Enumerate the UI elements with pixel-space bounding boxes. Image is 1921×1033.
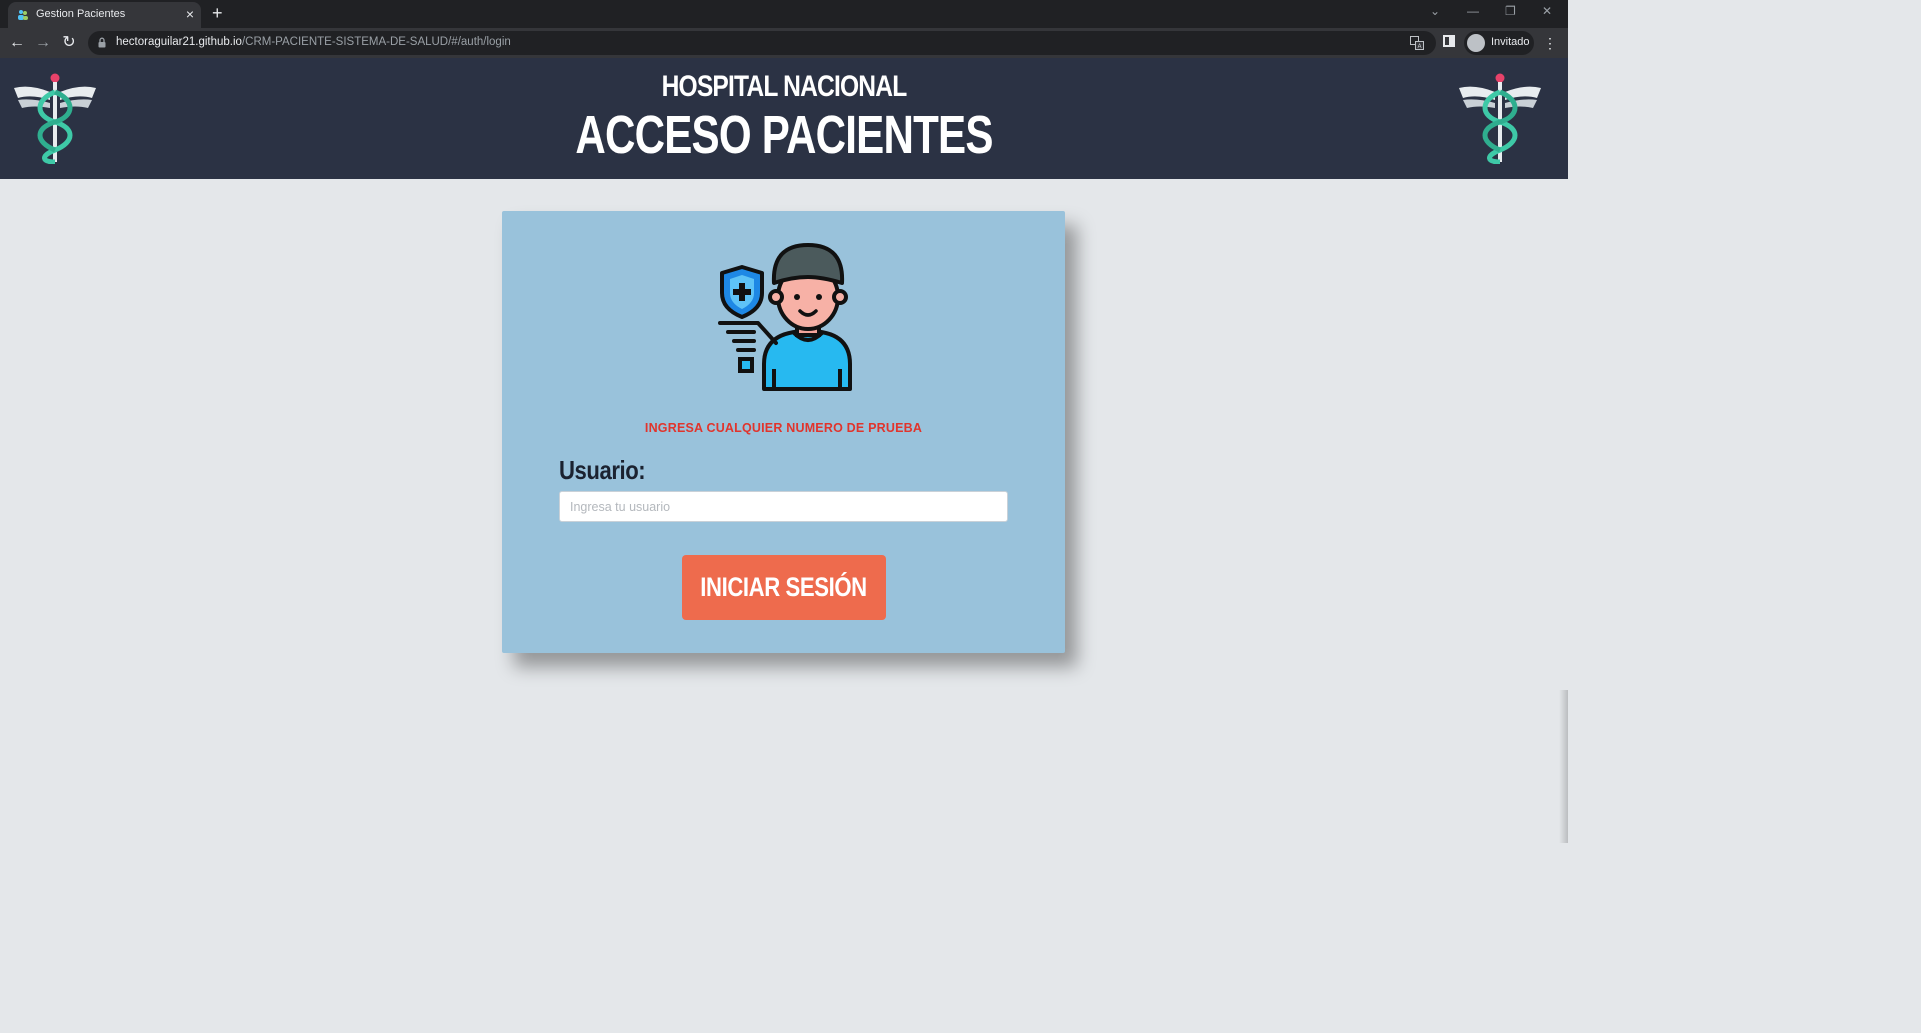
login-button[interactable]: INICIAR SESIÓN (682, 555, 886, 620)
browser-tab[interactable]: Gestion Pacientes × (8, 2, 201, 28)
site-header: HOSPITAL NACIONAL ACCESO PACIENTES (0, 58, 1568, 179)
profile-label: Invitado (1491, 36, 1530, 48)
side-panel-icon[interactable] (1443, 35, 1455, 47)
caduceus-logo-icon (14, 73, 96, 164)
page-title: ACCESO PACIENTES (575, 105, 993, 165)
new-tab-button[interactable]: + (212, 4, 223, 22)
caduceus-logo-icon (1459, 73, 1541, 164)
profile-button[interactable]: Invitado (1464, 31, 1534, 55)
browser-tabstrip: Gestion Pacientes × + ⌄ — ❐ ✕ (0, 0, 1568, 28)
url-text: hectoraguilar21.github.io/CRM-PACIENTE-S… (116, 36, 511, 48)
tab-close-icon[interactable]: × (186, 6, 194, 22)
url-path: /CRM-PACIENTE-SISTEMA-DE-SALUD/#/auth/lo… (241, 36, 511, 48)
tab-title: Gestion Pacientes (36, 8, 126, 20)
translate-icon[interactable]: A (1410, 36, 1424, 50)
back-button[interactable]: ← (7, 33, 27, 53)
profile-avatar-icon (1467, 34, 1485, 52)
tab-search-icon[interactable]: ⌄ (1430, 4, 1440, 18)
url-host: hectoraguilar21.github.io (116, 36, 242, 48)
reload-button[interactable]: ↻ (59, 33, 79, 53)
close-window-button[interactable]: ✕ (1542, 4, 1552, 18)
login-card: INGRESA CUALQUIER NUMERO DE PRUEBA Usuar… (502, 211, 1065, 653)
patients-favicon-icon (18, 10, 28, 20)
browser-toolbar: ← → ↻ hectoraguilar21.github.io/CRM-PACI… (0, 28, 1568, 58)
username-input[interactable] (559, 491, 1008, 522)
restore-button[interactable]: ❐ (1505, 4, 1516, 18)
browser-menu-icon[interactable]: ⋮ (1543, 33, 1557, 53)
minimize-button[interactable]: — (1467, 4, 1479, 18)
address-bar[interactable]: hectoraguilar21.github.io/CRM-PACIENTE-S… (88, 31, 1436, 55)
lock-icon (98, 37, 106, 48)
header-subtitle: HOSPITAL NACIONAL (661, 70, 908, 103)
login-button-label: INICIAR SESIÓN (700, 572, 868, 602)
hint-text: INGRESA CUALQUIER NUMERO DE PRUEBA (644, 421, 923, 435)
patient-avatar-icon (718, 243, 852, 391)
username-label: Usuario: (559, 455, 646, 485)
forward-button[interactable]: → (33, 33, 53, 53)
page-edge-shadow (1559, 690, 1568, 843)
